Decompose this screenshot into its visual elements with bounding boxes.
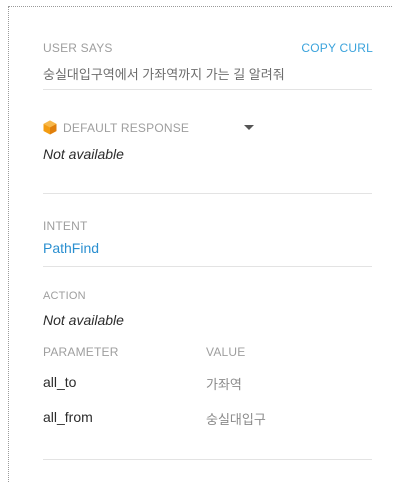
orange-hexagon-icon [43, 120, 57, 135]
chevron-down-icon[interactable] [244, 125, 254, 130]
parameter-value: 가좌역 [206, 377, 242, 392]
parameter-value: 숭실대입구 [206, 412, 266, 427]
action-value: Not available [43, 312, 124, 328]
default-response-header: DEFAULT RESPONSE [43, 119, 373, 139]
divider [43, 459, 372, 460]
copy-curl-button[interactable]: COPY CURL [301, 41, 373, 55]
divider [43, 193, 372, 194]
divider [43, 266, 372, 267]
divider [43, 89, 372, 90]
parameter-name: all_to [43, 374, 77, 390]
user-query-text: 숭실대입구역에서 가좌역까지 가는 길 알려줘 [43, 67, 285, 82]
intent-label: INTENT [43, 219, 88, 233]
default-response-value: Not available [43, 146, 124, 162]
parameter-column-header: PARAMETER [43, 345, 119, 359]
default-response-label: DEFAULT RESPONSE [63, 121, 190, 135]
parameter-name: all_from [43, 409, 93, 425]
action-label: ACTION [43, 290, 86, 302]
value-column-header: VALUE [206, 345, 246, 359]
intent-link[interactable]: PathFind [43, 240, 373, 256]
